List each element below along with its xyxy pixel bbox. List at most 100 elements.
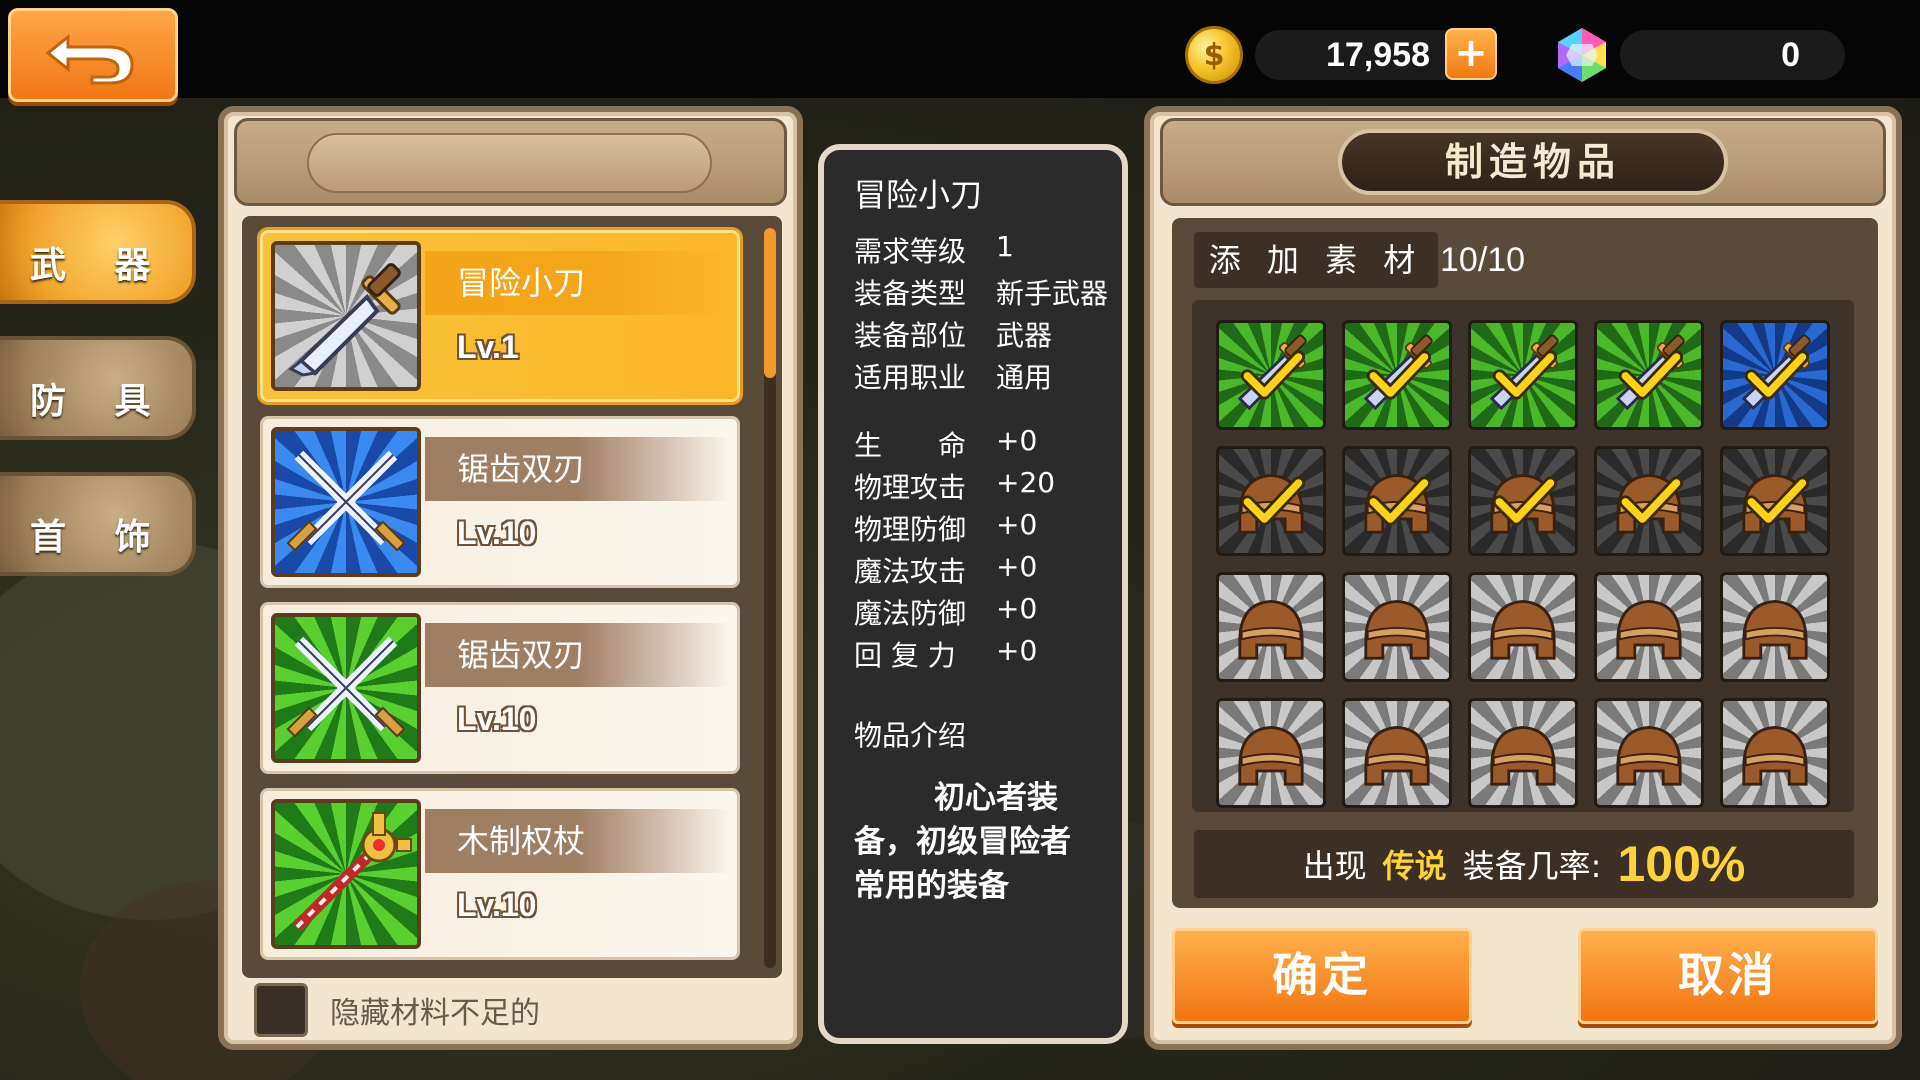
stat-key: 物理防御 (854, 513, 967, 546)
stat-value: +20 (996, 466, 1056, 499)
helmet-icon (1364, 600, 1430, 660)
info-row-slot: 装备部位 武器 (854, 314, 1052, 354)
helmet-icon (1490, 600, 1556, 660)
item-name: 木制权杖 (425, 809, 730, 873)
helmet-icon (1364, 474, 1432, 534)
cancel-button[interactable]: 取消 (1578, 928, 1878, 1024)
helmet-icon (1616, 726, 1682, 786)
back-arrow-icon (45, 33, 134, 85)
tab-weapons[interactable]: 武 器 (0, 200, 196, 304)
wooden-scepter-icon (271, 799, 421, 949)
list-scroll-thumb[interactable] (764, 228, 776, 378)
stat-value: +0 (996, 508, 1038, 541)
tab-accessories[interactable]: 首 饰 (0, 472, 196, 576)
material-dagger-slot[interactable] (1342, 320, 1452, 430)
dagger-icon (1363, 334, 1433, 411)
list-header-band (307, 133, 712, 193)
material-helmet-slot[interactable] (1216, 698, 1326, 808)
material-dagger-slot[interactable] (1720, 320, 1830, 430)
material-helmet-slot[interactable] (1720, 446, 1830, 556)
rate-value: 100% (1617, 836, 1746, 892)
dagger-icon (1741, 334, 1811, 411)
item-name: 锯齿双刃 (425, 437, 730, 501)
material-grid (1192, 300, 1854, 812)
material-helmet-slot[interactable] (1594, 446, 1704, 556)
info-description: 初心者装备，初级冒险者常用的装备 (854, 780, 1071, 904)
info-row-class: 适用职业 通用 (854, 356, 1052, 396)
rainbow-gem-icon (1558, 28, 1606, 82)
material-dagger-slot[interactable] (1216, 320, 1326, 430)
material-helmet-slot[interactable] (1720, 698, 1830, 808)
item-name: 冒险小刀 (425, 251, 730, 315)
dagger-icon (271, 241, 421, 391)
legend-rate-bar: 出现 传说 装备几率: 100% (1194, 830, 1854, 898)
helmet-icon (1238, 474, 1306, 534)
stat-row-matk: 魔法攻击 +0 (854, 550, 1037, 590)
stat-row-hp: 生 命 +0 (854, 424, 1037, 464)
list-item[interactable]: 锯齿双刃 Lv.10 (260, 416, 740, 588)
item-level: Lv.1 (457, 329, 519, 365)
material-helmet-slot[interactable] (1594, 572, 1704, 682)
back-button[interactable] (8, 8, 178, 102)
item-info-panel: 冒险小刀 需求等级 1 装备类型 新手武器 装备部位 武器 适用职业 通用 生 … (818, 144, 1128, 1044)
material-helmet-slot[interactable] (1342, 446, 1452, 556)
item-list[interactable]: 冒险小刀 Lv.1 锯齿双刃 Lv.10 锯齿双刃 Lv.10 木制权杖 Lv.… (242, 216, 782, 978)
material-helmet-slot[interactable] (1216, 446, 1326, 556)
list-item[interactable]: 木制权杖 Lv.10 (260, 788, 740, 960)
material-helmet-slot[interactable] (1342, 698, 1452, 808)
material-helmet-slot[interactable] (1720, 572, 1830, 682)
helmet-icon (1742, 474, 1810, 534)
stat-key: 回 复 力 (854, 639, 956, 672)
helmet-icon (1616, 474, 1684, 534)
info-key: 适用职业 (854, 361, 967, 394)
info-row-level: 需求等级 1 (854, 230, 1014, 270)
stat-value: +0 (996, 550, 1038, 583)
crossed-swords-icon (271, 427, 421, 577)
tab-armor[interactable]: 防 具 (0, 336, 196, 440)
hide-insufficient-checkbox[interactable] (254, 983, 308, 1037)
list-item[interactable]: 锯齿双刃 Lv.10 (260, 602, 740, 774)
list-header (234, 118, 787, 206)
gold-value: 17,958 (1326, 36, 1430, 74)
stat-row-pdef: 物理防御 +0 (854, 508, 1037, 548)
stat-value: +0 (996, 592, 1038, 625)
tab-label: 首 饰 (30, 517, 169, 558)
material-dagger-slot[interactable] (1468, 320, 1578, 430)
dagger-icon (1615, 334, 1685, 411)
tab-label: 防 具 (30, 381, 169, 422)
info-value: 新手武器 (996, 277, 1109, 310)
hide-insufficient-label: 隐藏材料不足的 (330, 996, 540, 1031)
material-helmet-slot[interactable] (1342, 572, 1452, 682)
material-count: 10/10 (1440, 241, 1526, 279)
rate-grade: 传说 (1382, 847, 1447, 885)
crossed-swords-icon (271, 613, 421, 763)
confirm-button[interactable]: 确定 (1172, 928, 1472, 1024)
stat-row-patk: 物理攻击 +20 (854, 466, 1055, 506)
craft-title: 制造物品 (1338, 129, 1728, 195)
tab-label: 武 器 (30, 245, 169, 286)
material-helmet-slot[interactable] (1594, 698, 1704, 808)
helmet-icon (1490, 474, 1558, 534)
gem-value: 0 (1781, 36, 1800, 74)
dagger-icon (1237, 334, 1307, 411)
add-gold-button[interactable]: + (1445, 28, 1497, 80)
material-helmet-slot[interactable] (1468, 698, 1578, 808)
craft-panel: 制造物品 添 加 素 材 10/10 出现 传说 装备几率: 100% 确定 取… (1144, 106, 1902, 1050)
material-helmet-slot[interactable] (1468, 446, 1578, 556)
material-helmet-slot[interactable] (1468, 572, 1578, 682)
material-dagger-slot[interactable] (1594, 320, 1704, 430)
info-key: 装备部位 (854, 319, 967, 352)
hide-insufficient-row[interactable]: 隐藏材料不足的 (254, 980, 540, 1040)
material-helmet-slot[interactable] (1216, 572, 1326, 682)
info-value: 武器 (996, 319, 1053, 352)
info-desc-title: 物品介绍 (854, 719, 967, 752)
coin-icon: $ (1185, 26, 1243, 84)
stat-key: 魔法攻击 (854, 555, 967, 588)
helmet-icon (1742, 600, 1808, 660)
helmet-icon (1742, 726, 1808, 786)
helmet-icon (1364, 726, 1430, 786)
craft-header: 制造物品 (1160, 118, 1886, 206)
stat-row-regen: 回 复 力 +0 (854, 634, 1037, 674)
info-value: 1 (996, 230, 1014, 263)
list-item-selected[interactable]: 冒险小刀 Lv.1 (260, 230, 740, 402)
